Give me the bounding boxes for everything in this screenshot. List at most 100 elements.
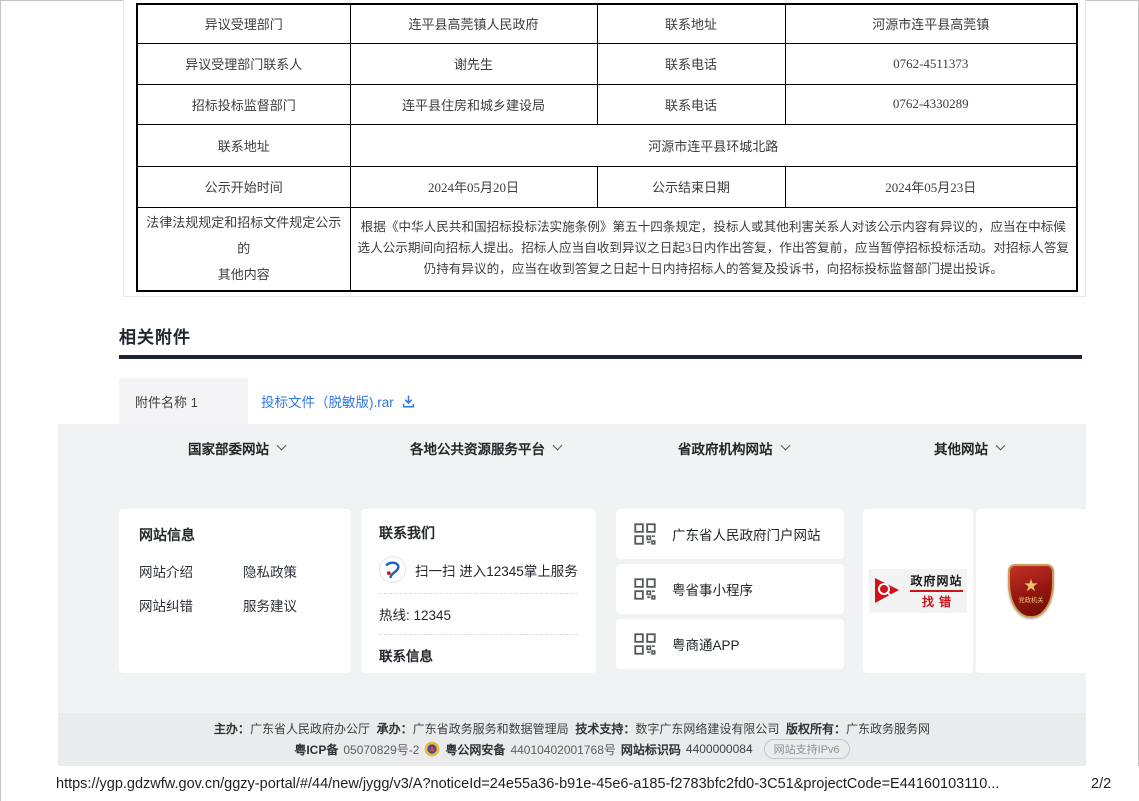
print-url-strip: https://ygp.gdzwfw.gov.cn/ggzy-portal/#/… — [1, 766, 1139, 801]
row-label: 异议受理部门联系人 — [137, 43, 350, 84]
legal-line: 粤ICP备 05070829号-2 粤公网安备 44010402001768号 … — [294, 739, 849, 759]
find-error-line2: 找错 — [917, 593, 956, 610]
credits-line: 主办：广东省人民政府办公厅 承办：广东省政务服务和数据管理局 技术支持：数字广东… — [214, 720, 930, 737]
link-site-error-report[interactable]: 网站纠错 — [139, 595, 243, 615]
notice-detail-table: 异议受理部门 连平县高莞镇人民政府 联系地址 河源市连平县高莞镇 异议受理部门联… — [136, 3, 1078, 292]
icp-label: 粤ICP备 — [294, 741, 338, 758]
print-url: https://ygp.gdzwfw.gov.cn/ggzy-portal/#/… — [56, 776, 999, 792]
site-footer: 国家部委网站 各地公共资源服务平台 省政府机构网站 其他网站 网站信息 网站介绍… — [58, 424, 1086, 766]
find-error-line1: 政府网站 — [910, 572, 962, 589]
row-label: 异议受理部门 — [137, 4, 350, 43]
row-value: 连平县住房和城乡建设局 — [350, 84, 597, 124]
divider — [379, 593, 578, 594]
row-label: 联系地址 — [597, 4, 785, 43]
link-site-intro[interactable]: 网站介绍 — [139, 561, 243, 581]
site-code-number: 4400000084 — [686, 742, 753, 756]
police-number[interactable]: 44010402001768号 — [510, 741, 615, 758]
footer-nav-label: 国家部委网站 — [188, 438, 269, 458]
divider — [379, 634, 578, 635]
qr-card-label: 粤省事小程序 — [672, 579, 753, 599]
qr-code-icon — [632, 576, 658, 602]
credit-label: 技术支持： — [575, 722, 635, 736]
ipv6-badge: 网站支持IPv6 — [764, 739, 850, 759]
qr-code-icon — [632, 521, 658, 547]
footer-nav-other-sites[interactable]: 其他网站 — [934, 424, 1004, 471]
chevron-down-icon — [780, 441, 790, 451]
credit-value: 广东省政务服务和数据管理局 — [413, 722, 569, 736]
scan-12345-row: 扫一扫 进入12345掌上服务 — [379, 556, 578, 583]
gov-site-error-finder-logo: 政府网站 找错 — [869, 569, 967, 613]
attachments-heading: 相关附件 — [119, 323, 191, 348]
footer-credits-bar: 主办：广东省人民政府办公厅 承办：广东省政务服务和数据管理局 技术支持：数字广东… — [58, 713, 1086, 766]
qr-code-icon — [632, 631, 658, 657]
credit-label: 版权所有： — [786, 722, 846, 736]
row-value: 0762-4330289 — [785, 84, 1077, 124]
party-gov-badge-card[interactable]: ★ 党政机关 — [976, 509, 1086, 673]
print-preview-page: 异议受理部门 连平县高莞镇人民政府 联系地址 河源市连平县高莞镇 异议受理部门联… — [0, 0, 1139, 801]
table-row: 异议受理部门联系人 谢先生 联系电话 0762-4511373 — [137, 43, 1077, 84]
shield-text: 党政机关 — [1018, 596, 1043, 605]
attachment-name-label: 附件名称 1 — [119, 378, 248, 424]
row-label: 联系电话 — [597, 84, 785, 124]
footer-nav-national-ministries[interactable]: 国家部委网站 — [188, 424, 285, 471]
row-label: 公示开始时间 — [137, 166, 350, 207]
police-badge-icon — [424, 741, 440, 757]
footer-nav-public-resource-platforms[interactable]: 各地公共资源服务平台 — [410, 424, 561, 471]
qr-card-yueshangtong[interactable]: 粤商通APP — [616, 619, 844, 669]
shield-emblem: ★ — [1023, 577, 1038, 594]
print-page-indicator: 2/2 — [1091, 776, 1111, 792]
site-info-title: 网站信息 — [139, 525, 331, 545]
footer-nav-provincial-agencies[interactable]: 省政府机构网站 — [678, 424, 789, 471]
row-value: 连平县高莞镇人民政府 — [350, 4, 597, 43]
row-value: 0762-4511373 — [785, 43, 1077, 84]
gov-site-error-finder-card[interactable]: 政府网站 找错 — [863, 509, 973, 673]
site-info-card: 网站信息 网站介绍 隐私政策 网站纠错 服务建议 — [119, 509, 351, 673]
table-row: 公示开始时间 2024年05月20日 公示结束日期 2024年05月23日 — [137, 166, 1077, 207]
row-value: 2024年05月20日 — [350, 166, 597, 207]
attachment-file-name: 投标文件（脱敏版).rar — [261, 391, 394, 411]
find-error-divider — [910, 590, 962, 592]
party-gov-shield-icon: ★ 党政机关 — [1008, 564, 1054, 618]
footer-nav-label: 各地公共资源服务平台 — [410, 438, 545, 458]
row-label: 公示结束日期 — [597, 166, 785, 207]
row-label: 联系地址 — [137, 124, 350, 166]
qr-card-label: 广东省人民政府门户网站 — [672, 524, 821, 544]
row-label: 招标投标监督部门 — [137, 84, 350, 124]
table-row: 招标投标监督部门 连平县住房和城乡建设局 联系电话 0762-4330289 — [137, 84, 1077, 124]
row-label: 联系电话 — [597, 43, 785, 84]
chevron-down-icon — [277, 441, 287, 451]
qr-card-label: 粤商通APP — [672, 634, 740, 654]
police-label: 粤公网安备 — [445, 741, 505, 758]
row-label-line1: 法律法规规定和招标文件规定公示的 — [144, 210, 344, 262]
icp-number[interactable]: 05070829号-2 — [343, 741, 419, 758]
credit-value: 广东省人民政府办公厅 — [250, 722, 370, 736]
footer-nav-label: 其他网站 — [934, 438, 988, 458]
credit-label: 承办： — [377, 722, 413, 736]
link-service-suggestion[interactable]: 服务建议 — [243, 595, 331, 615]
hotline-text: 热线: 12345 — [379, 604, 578, 624]
footer-nav-label: 省政府机构网站 — [678, 438, 773, 458]
attachments-heading-underline — [119, 355, 1082, 359]
credit-value: 广东政务服务网 — [846, 722, 930, 736]
link-privacy-policy[interactable]: 隐私政策 — [243, 561, 331, 581]
contact-title: 联系我们 — [379, 523, 578, 543]
table-row: 异议受理部门 连平县高莞镇人民政府 联系地址 河源市连平县高莞镇 — [137, 4, 1077, 43]
scan-text: 扫一扫 进入12345掌上服务 — [415, 560, 578, 580]
row-value: 河源市连平县高莞镇 — [785, 4, 1077, 43]
site-code-label: 网站标识码 — [621, 741, 681, 758]
table-row: 联系地址 河源市连平县环城北路 — [137, 124, 1077, 166]
attachment-file-link[interactable]: 投标文件（脱敏版).rar — [261, 378, 416, 424]
contact-info-link[interactable]: 联系信息 — [379, 645, 578, 665]
magnifier-flag-icon — [873, 576, 903, 606]
chevron-down-icon — [996, 441, 1006, 451]
download-icon[interactable] — [401, 394, 416, 409]
credit-value: 数字广东网络建设有限公司 — [635, 722, 779, 736]
row-value: 河源市连平县环城北路 — [350, 124, 1077, 166]
row-value: 2024年05月23日 — [785, 166, 1077, 207]
row-value: 谢先生 — [350, 43, 597, 84]
contact-card: 联系我们 扫一扫 进入12345掌上服务 热线: 12345 联系信息 — [361, 509, 596, 673]
chevron-down-icon — [553, 441, 563, 451]
qr-card-gd-gov-portal[interactable]: 广东省人民政府门户网站 — [616, 509, 844, 559]
12345-service-icon — [379, 556, 406, 583]
qr-card-yueshengshi[interactable]: 粤省事小程序 — [616, 564, 844, 614]
